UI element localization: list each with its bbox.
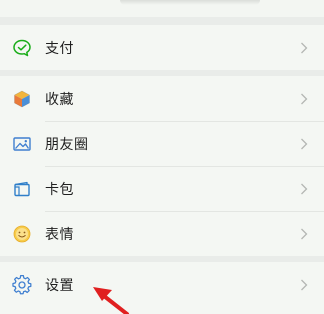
menu-item-moments[interactable]: 朋友圈 [0, 121, 324, 166]
menu-item-stickers[interactable]: 表情 [0, 211, 324, 256]
chevron-right-icon [301, 228, 308, 239]
chevron-right-icon [301, 93, 308, 104]
content-group: 收藏 朋友圈 卡包 表情 [0, 76, 324, 256]
wechat-me-menu-page: 支付 收藏 朋友圈 卡包 表情 设置 [0, 0, 324, 314]
menu-item-settings[interactable]: 设置 [0, 262, 324, 307]
menu-item-favorites-label: 收藏 [45, 91, 74, 108]
settings-group: 设置 [0, 262, 324, 314]
menu-item-favorites[interactable]: 收藏 [0, 76, 324, 121]
chevron-right-icon [301, 42, 308, 53]
menu-item-pay-label: 支付 [45, 40, 74, 57]
profile-section-bottom [0, 0, 324, 17]
chevron-right-icon [301, 183, 308, 194]
chevron-right-icon [301, 138, 308, 149]
menu-item-stickers-label: 表情 [45, 226, 74, 243]
card-wallet-icon [12, 179, 32, 199]
menu-item-cards-label: 卡包 [45, 181, 74, 198]
cube-icon [12, 89, 32, 109]
menu-item-settings-label: 设置 [45, 277, 74, 294]
gear-icon [12, 274, 32, 295]
menu-item-pay[interactable]: 支付 [0, 25, 324, 70]
smiley-icon [12, 224, 32, 244]
profile-shadow [120, 0, 260, 5]
pay-group: 支付 [0, 25, 324, 70]
image-icon [12, 134, 32, 154]
pay-icon [12, 38, 32, 58]
chevron-right-icon [301, 279, 308, 290]
menu-item-cards[interactable]: 卡包 [0, 166, 324, 211]
menu-item-moments-label: 朋友圈 [45, 136, 89, 153]
